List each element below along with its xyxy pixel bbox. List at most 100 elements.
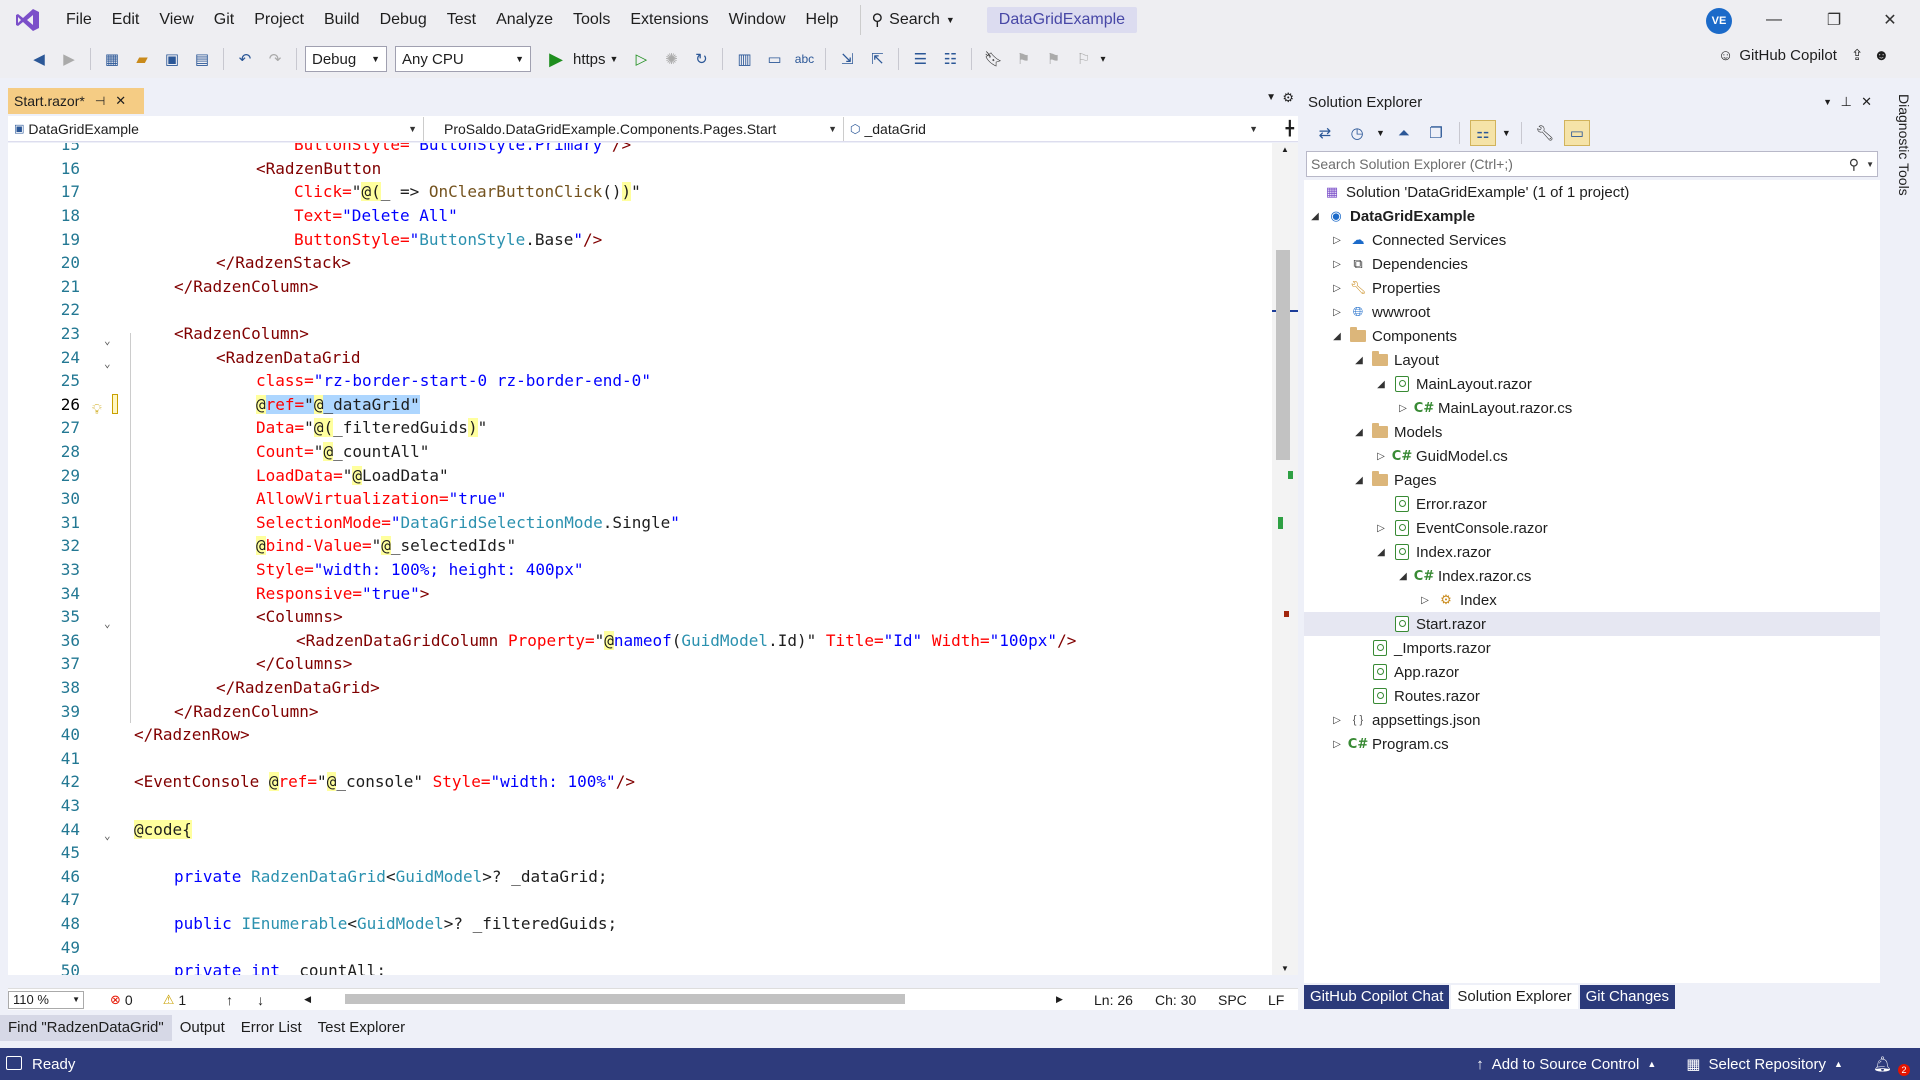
feedback-icon[interactable]: ☻ [1873, 47, 1889, 64]
save-icon[interactable]: ▣ [159, 46, 185, 72]
tree-item-layout[interactable]: ◢ Layout [1304, 348, 1880, 372]
filter-icon[interactable]: ⚏ [1469, 120, 1496, 146]
preview-icon[interactable]: ▭ [1563, 120, 1590, 146]
collapsed-icon[interactable]: ▷ [1396, 403, 1410, 414]
new-project-icon[interactable]: ▦ [99, 46, 125, 72]
tree-item-properties[interactable]: ▷ 🔧︎ Properties [1304, 276, 1880, 300]
tree-item-project[interactable]: ◢ ◉ DataGridExample [1304, 204, 1880, 228]
tree-item-mainlayout-razor[interactable]: ◢ MainLayout.razor [1304, 372, 1880, 396]
tree-item-models[interactable]: ◢ Models [1304, 420, 1880, 444]
close-icon[interactable]: ✕ [115, 93, 126, 109]
class-nav-select[interactable]: ProSaldo.DataGridExample.Components.Page… [424, 116, 844, 141]
chevron-down-icon[interactable]: ▼ [1502, 128, 1511, 138]
diagnostic-tools-side-tab[interactable]: Diagnostic Tools [1882, 90, 1912, 210]
avatar[interactable]: VE [1706, 8, 1732, 34]
collapsed-icon[interactable]: ▷ [1330, 739, 1344, 750]
show-all-files-icon[interactable]: ❐ [1423, 120, 1449, 146]
tab-solution-explorer[interactable]: Solution Explorer [1451, 985, 1578, 1009]
tree-item-eventconsole-razor[interactable]: ▷ EventConsole.razor [1304, 516, 1880, 540]
expanded-icon[interactable]: ◢ [1396, 571, 1410, 582]
start-without-debugging-icon[interactable]: ▷ [628, 46, 654, 72]
save-all-icon[interactable]: ▤ [189, 46, 215, 72]
undo-icon[interactable]: ↶ [232, 46, 258, 72]
tree-item-connected-services[interactable]: ▷ ☁ Connected Services [1304, 228, 1880, 252]
arrow-down-icon[interactable]: ↓ [257, 992, 264, 1008]
line-ending-indicator[interactable]: LF [1268, 992, 1284, 1008]
chevron-down-icon[interactable]: ▼ [1376, 128, 1385, 138]
open-folder-icon[interactable]: ▰ [129, 46, 155, 72]
collapsed-icon[interactable]: ▷ [1374, 523, 1388, 534]
tab-error-list[interactable]: Error List [233, 1015, 310, 1041]
collapsed-icon[interactable]: ▷ [1330, 307, 1344, 318]
tree-item-app-razor[interactable]: App.razor [1304, 660, 1880, 684]
chevron-down-icon[interactable]: ▼ [1866, 160, 1874, 169]
tree-item-error-razor[interactable]: Error.razor [1304, 492, 1880, 516]
sync-with-document-icon[interactable]: ⇄ [1312, 120, 1338, 146]
select-repository-button[interactable]: ▦ Select Repository ▲ [1686, 1055, 1843, 1074]
scroll-down-icon[interactable]: ▼ [1281, 964, 1289, 973]
hot-reload-flame-icon[interactable]: ✺ [658, 46, 684, 72]
solution-explorer-search-input[interactable]: Search Solution Explorer (Ctrl+;) ⚲ ▼ [1306, 151, 1878, 177]
menu-debug[interactable]: Debug [370, 0, 437, 40]
menu-file[interactable]: File [56, 0, 102, 40]
configuration-select[interactable]: Debug ▼ [305, 46, 387, 72]
scroll-left-icon[interactable]: ◀ [304, 994, 311, 1005]
tab-overflow-icon[interactable]: ▼ [1266, 92, 1276, 103]
warning-icon[interactable]: ⚠ [163, 992, 175, 1008]
expanded-icon[interactable]: ◢ [1352, 355, 1366, 366]
column-indicator[interactable]: Ch: 30 [1155, 992, 1196, 1008]
properties-wrench-icon[interactable]: 🔧︎ [1532, 120, 1558, 146]
platform-select[interactable]: Any CPU ▼ [395, 46, 531, 72]
horizontal-scrollbar-thumb[interactable] [345, 994, 905, 1004]
expanded-icon[interactable]: ◢ [1352, 475, 1366, 486]
refresh-icon[interactable]: ↻ [688, 46, 714, 72]
menu-test[interactable]: Test [437, 0, 486, 40]
step-into-icon[interactable]: ⇲ [834, 46, 860, 72]
pin-icon[interactable]: ⊥ [1841, 94, 1852, 110]
settings-gear-icon[interactable]: ⚙ [1282, 90, 1294, 106]
open-in-file-explorer-icon[interactable]: ▥ [731, 46, 757, 72]
collapsed-icon[interactable]: ▷ [1330, 715, 1344, 726]
tree-item-guidmodel-cs[interactable]: ▷ C# GuidModel.cs [1304, 444, 1880, 468]
expanded-icon[interactable]: ◢ [1374, 379, 1388, 390]
menu-extensions[interactable]: Extensions [620, 0, 718, 40]
error-icon[interactable]: ⊗ [110, 992, 121, 1008]
start-debugging-icon[interactable]: ▶ [543, 46, 569, 72]
share-icon[interactable]: ⇪ [1851, 46, 1864, 64]
github-copilot-button[interactable]: ☺ GitHub Copilot ⇪ ☻ [1718, 46, 1889, 65]
tab-copilot-chat[interactable]: GitHub Copilot Chat [1304, 985, 1450, 1009]
toolbar-overflow-icon[interactable]: ▾ [1100, 54, 1105, 65]
pin-icon[interactable]: ⊣ [95, 94, 105, 108]
tree-item-mainlayout-razor-cs[interactable]: ▷ C# MainLayout.razor.cs [1304, 396, 1880, 420]
collapsed-icon[interactable]: ▷ [1330, 259, 1344, 270]
expanded-icon[interactable]: ◢ [1330, 331, 1344, 342]
search-icon[interactable]: ⚲ [1849, 156, 1859, 173]
tab-test-explorer[interactable]: Test Explorer [310, 1015, 414, 1041]
spacing-indicator[interactable]: SPC [1218, 992, 1247, 1008]
tab-find-results[interactable]: Find "RadzenDataGrid" [0, 1015, 172, 1041]
notifications-bell-icon[interactable]: 🔔︎ [1873, 1055, 1892, 1073]
bookmark-icon[interactable]: 🔖︎ [980, 46, 1006, 72]
menu-git[interactable]: Git [204, 0, 244, 40]
close-icon[interactable]: ✕ [1861, 94, 1872, 110]
tree-item-solution[interactable]: ▦ Solution 'DataGridExample' (1 of 1 proj… [1304, 180, 1880, 204]
tree-item-program-cs[interactable]: ▷ C# Program.cs [1304, 732, 1880, 756]
project-nav-select[interactable]: ▣ DataGridExample ▼ [8, 116, 424, 141]
expanded-icon[interactable]: ◢ [1352, 427, 1366, 438]
redo-icon[interactable]: ↷ [262, 46, 288, 72]
code-editor[interactable]: 15 ButtonStyle="ButtonStyle.Primary"/> 16… [8, 143, 1272, 975]
collapsed-icon[interactable]: ▷ [1374, 451, 1388, 462]
tree-item-dependencies[interactable]: ▷ ⧉ Dependencies [1304, 252, 1880, 276]
step-over-icon[interactable]: ⇱ [864, 46, 890, 72]
history-icon[interactable]: ◷ [1344, 120, 1370, 146]
arrow-up-icon[interactable]: ↑ [226, 992, 233, 1008]
minimize-button[interactable]: — [1744, 0, 1804, 40]
tree-item-pages[interactable]: ◢ Pages [1304, 468, 1880, 492]
run-profile-label[interactable]: https [573, 51, 606, 68]
tree-item-index-razor[interactable]: ◢ Index.razor [1304, 540, 1880, 564]
menu-tools[interactable]: Tools [563, 0, 620, 40]
tree-item-routes-razor[interactable]: Routes.razor [1304, 684, 1880, 708]
tab-start-razor[interactable]: Start.razor* ⊣ ✕ [8, 88, 144, 114]
scroll-right-icon[interactable]: ▶ [1056, 994, 1063, 1005]
tree-item-index-razor-cs[interactable]: ◢ C# Index.razor.cs [1304, 564, 1880, 588]
